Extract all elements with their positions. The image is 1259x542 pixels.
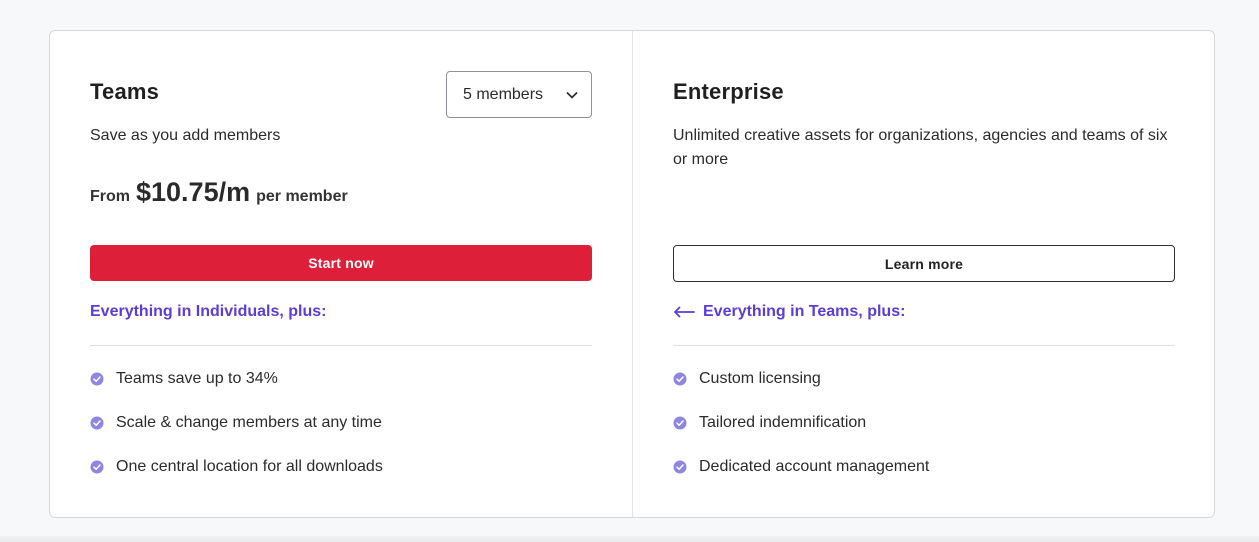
check-circle-icon [673, 416, 687, 430]
divider [673, 345, 1175, 346]
includes-heading: Everything in Individuals, plus: [90, 303, 326, 321]
feature-list: Teams save up to 34% Scale & change memb… [90, 367, 383, 499]
start-now-button[interactable]: Start now [90, 245, 592, 281]
check-circle-icon [673, 372, 687, 386]
plan-description: Unlimited creative assets for organizati… [673, 127, 1168, 168]
list-item: Dedicated account management [673, 455, 929, 479]
arrow-left-icon [673, 305, 695, 319]
feature-text: One central location for all downloads [116, 458, 383, 475]
includes-label: Everything in Teams, plus: [703, 303, 906, 320]
feature-text: Scale & change members at any time [116, 414, 382, 431]
feature-text: Teams save up to 34% [116, 370, 278, 387]
members-select[interactable]: 5 members [446, 71, 592, 118]
includes-heading: Everything in Teams, plus: [673, 303, 905, 321]
feature-text: Dedicated account management [699, 458, 930, 475]
check-circle-icon [90, 372, 104, 386]
plan-description: Save as you add members [90, 127, 281, 144]
feature-text: Tailored indemnification [699, 414, 867, 431]
plan-title: Teams [90, 79, 160, 104]
chevron-down-icon [564, 87, 580, 103]
plan-enterprise: Enterprise Unlimited creative assets for… [632, 31, 1214, 517]
includes-label: Everything in Individuals, plus: [90, 303, 327, 320]
list-item: Tailored indemnification [673, 411, 929, 435]
price-from: From [90, 188, 130, 205]
plan-title: Enterprise [673, 79, 784, 104]
plan-teams: Teams 5 members Save as you add members … [50, 31, 632, 517]
price-unit: per member [256, 188, 348, 205]
feature-list: Custom licensing Tailored indemnificatio… [673, 367, 929, 499]
price: From $10.75/m per member [90, 177, 348, 208]
check-circle-icon [90, 460, 104, 474]
list-item: Teams save up to 34% [90, 367, 383, 391]
divider [90, 345, 592, 346]
check-circle-icon [90, 416, 104, 430]
list-item: Custom licensing [673, 367, 929, 391]
check-circle-icon [673, 460, 687, 474]
list-item: Scale & change members at any time [90, 411, 383, 435]
feature-text: Custom licensing [699, 370, 821, 387]
list-item: One central location for all downloads [90, 455, 383, 479]
page-bottom-edge [0, 536, 1259, 542]
pricing-card: Teams 5 members Save as you add members … [49, 30, 1215, 518]
price-amount: $10.75/m [136, 177, 251, 207]
members-select-value: 5 members [463, 85, 544, 103]
learn-more-button[interactable]: Learn more [673, 245, 1175, 282]
